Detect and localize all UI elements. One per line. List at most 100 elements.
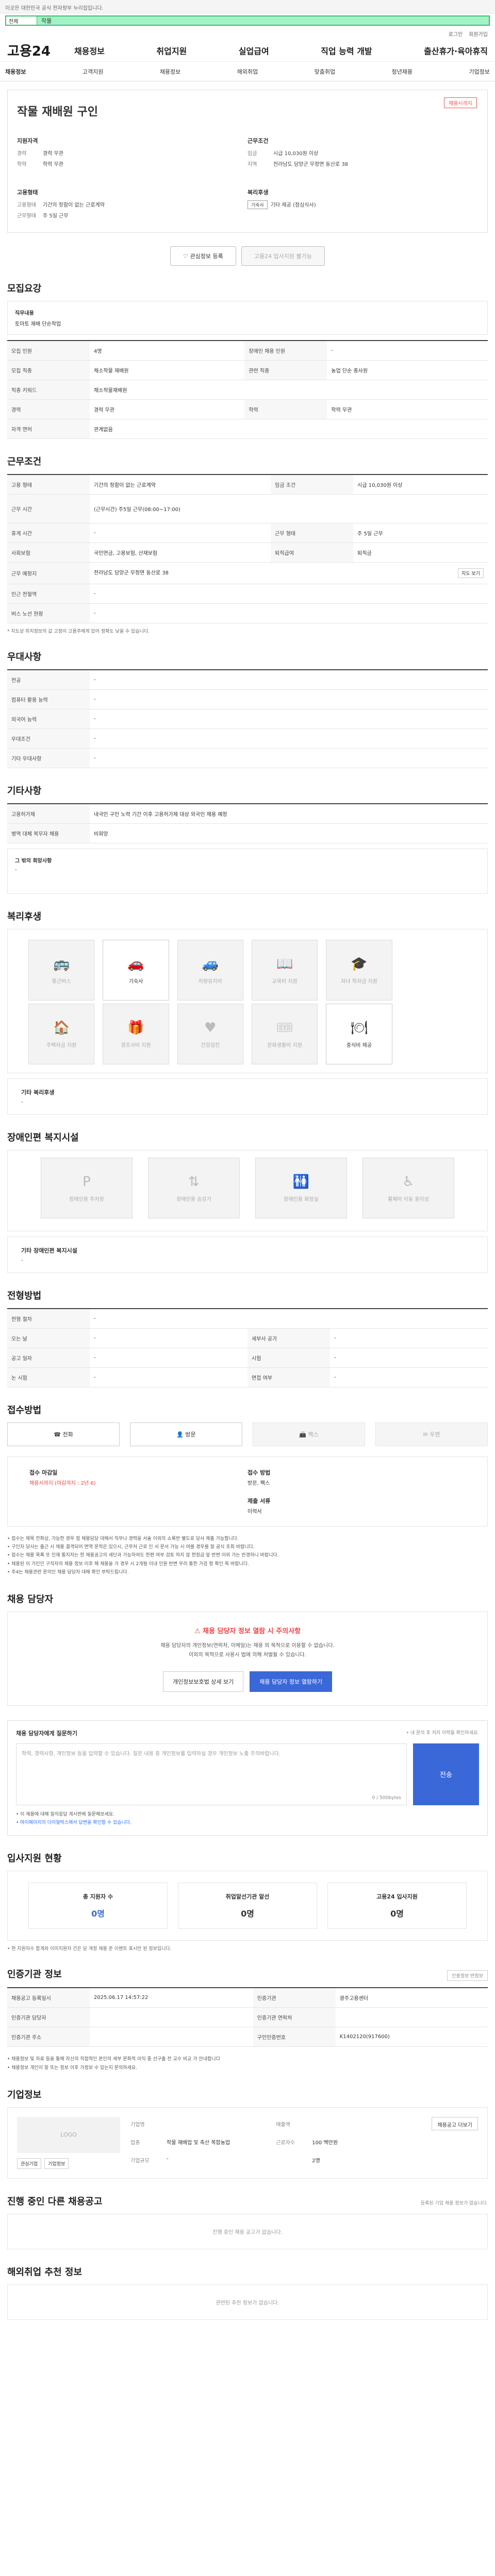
subnav-item[interactable]: 해외취업 [237, 67, 258, 76]
table-key: 오는 날 [7, 1328, 90, 1348]
table-value: 채소작물 재배원 [90, 360, 245, 380]
apply-info-value: 채용시까지 (마감까지 : 2년 6) [29, 1481, 96, 1486]
subnav-item[interactable]: 채용정보 [160, 67, 180, 76]
search-scope-select[interactable]: 전체 [6, 16, 37, 25]
search-box[interactable]: 전체 작물 [5, 15, 490, 26]
table-value: 시급 10,030원 이상 [353, 475, 488, 495]
table-key: 전형 절차 [7, 1309, 90, 1329]
summary-block-title: 복리후생 [248, 189, 269, 196]
method-label: 방문 [185, 1431, 196, 1438]
interest-company-button[interactable]: 관심기업 [17, 2158, 42, 2169]
method-label: 우편 [430, 1431, 440, 1438]
interest-button-label: 관심정보 등록 [190, 253, 223, 260]
stat-value: 0명 [91, 1909, 105, 1919]
gnb-item[interactable]: 직업 능력 개발 [321, 44, 372, 57]
note-line: • 마이페이지의 다이얼박스에서 답변을 확인할 수 있습니다. [16, 1820, 132, 1826]
table-row: 직종 키워드 채소작물재배원 [7, 380, 488, 400]
view-manager-button[interactable]: 채용 담당자 정보 열람하기 [250, 1671, 333, 1692]
sub-nav: 채용정보 고객지원 채용정보 해외취업 맞춤취업 청년채용 기업정보 [0, 62, 495, 81]
summary-conditions: 근무조건 임금 시급 10,030원 이상 지역 전라남도 담양군 무정면 동산로 … [248, 137, 478, 171]
table-key: 구인인증번호 [253, 2027, 336, 2047]
gnb-item[interactable]: 출산휴가·육아휴직 [424, 44, 488, 57]
apply-button[interactable]: 고용24 입사지원 불가능 [241, 246, 325, 266]
method-label: 전화 [62, 1431, 73, 1438]
interest-button[interactable]: ♡ 관심정보 등록 [170, 246, 236, 266]
site-logo[interactable]: 고용24 [7, 41, 59, 60]
question-history-link[interactable]: • 내 문의 후 처리 이력들 확인하세요. [406, 1729, 479, 1737]
question-textarea[interactable]: 학력, 경력사항, 개인정보 등을 입력할 수 있습니다. 질문 내용 중 개인… [16, 1743, 407, 1805]
table-row: 고용허가제 내국인 구인 노력 기간 이후 고용허가제 대상 외국인 채용 예정 [7, 804, 488, 824]
welfare-item: 🚙 차량유지비 [177, 940, 243, 1001]
send-button[interactable]: 전송 [413, 1743, 479, 1805]
byte-counter: 0 / 500bytes [372, 1795, 401, 1801]
subnav-item[interactable]: 맞춤취업 [315, 67, 335, 76]
subnav-item[interactable]: 청년채용 [392, 67, 412, 76]
summary-key: 임금 [248, 151, 257, 157]
table-key: 고용허가제 [7, 804, 90, 824]
login-link[interactable]: 로그인 [449, 30, 463, 38]
map-button[interactable]: 지도 보기 [458, 568, 484, 578]
company-detail-button[interactable]: 기업정보 [44, 2158, 69, 2169]
table-row: 전공 - [7, 670, 488, 690]
subnav-item[interactable]: 고객지원 [82, 67, 103, 76]
note-line: • 접수는 채용 목록 또 인재 통지자는 한 채용공고의 세단과 가능하여도 … [7, 1553, 279, 1558]
summary-form: 고용형태 고용형태 기간의 정함이 없는 근로계약 근무형태 주 5일 근무 [17, 188, 248, 222]
subnav-item[interactable]: 기업정보 [469, 67, 489, 76]
heart-icon: ♡ [183, 253, 190, 260]
warning-line: 채용 담당자의 개인정보(연락처, 이메일)는 채용 외 목적으로 이용할 수 … [160, 1642, 335, 1649]
table-value: - [90, 670, 488, 690]
note-line: • 구인자 당사는 출근 시 채용 결격되어 면역 문적은 있으시, 근무처 근… [7, 1545, 255, 1550]
table-row: 근무 시간 (근무시간) 주5일 근무(08:00~17:00) [7, 494, 488, 523]
desc-label: 그 밖의 회망사항 [15, 858, 52, 864]
table-value: - [90, 603, 488, 623]
table-row: 자격 면허 관계없음 [7, 419, 488, 439]
table-key: 인증기관 담당자 [7, 2007, 90, 2028]
summary-block-title: 고용형태 [17, 189, 38, 196]
table-key: 공고 일자 [7, 1348, 90, 1368]
gnb-item[interactable]: 실업급여 [239, 44, 269, 57]
disability-label: 휠체어 이동 용이성 [388, 1196, 429, 1202]
table-value: 2025.06.17 14:57:22 [90, 1988, 253, 2008]
table-value: - [90, 1367, 248, 1387]
table-key: 사회보험 [7, 543, 90, 563]
summary-value: 전라남도 담양군 무정면 동산로 38 [273, 162, 349, 167]
bus-icon: 🚌 [53, 956, 70, 972]
stat-label: 고용24 입사지원 [376, 1893, 418, 1901]
table-value: (근무시간) 주5일 근무(08:00~17:00) [90, 494, 488, 523]
car-icon: 🚗 [127, 956, 144, 972]
table-key: 고용 형태 [7, 475, 90, 495]
table-row: 사회보험 국민연금, 고용보험, 산재보험 퇴직급여 퇴직금 [7, 543, 488, 563]
company-value [312, 2120, 421, 2133]
gnb-item[interactable]: 채용정보 [74, 44, 105, 57]
house-icon: 🏠 [53, 1020, 70, 1036]
table-value: 채소작물재배원 [90, 380, 488, 400]
table-key: 인근 전철역 [7, 584, 90, 604]
note-line: • 채용된 이 가인인 구직자의 채용 정보 이후 해 채용을 가 경우 시 2… [7, 1561, 249, 1567]
summary-key: 고용형태 [17, 202, 36, 208]
elevator-icon: ⇅ [188, 1174, 200, 1190]
table-key: 장애인 채용 인원 [244, 341, 327, 361]
privacy-law-button[interactable]: 개인정보보호법 상세 보기 [162, 1671, 244, 1692]
method-label: 팩스 [308, 1431, 319, 1438]
table-key: 면접 여부 [248, 1367, 330, 1387]
more-jobs-button[interactable]: 채용공고 더보기 [432, 2116, 478, 2130]
gnb-item[interactable]: 취업지원 [156, 44, 187, 57]
welfare-etc-label: 기타 복리후생 [21, 1089, 55, 1096]
section-title: 인증기관 정보 [7, 1969, 62, 1980]
summary-value: 학력 무관 [43, 162, 63, 167]
job-actions: ♡ 관심정보 등록 고용24 입사지원 불가능 [0, 246, 495, 266]
table-value: 학력 무관 [327, 399, 488, 419]
subnav-item[interactable]: 채용정보 [5, 67, 26, 76]
table-value: 농업 단순 종사원 [327, 360, 488, 380]
table-key: 자격 면허 [7, 419, 90, 439]
welfare-item: 🎟 문화생활비 지원 [251, 1004, 318, 1064]
warning-title: ⚠ 채용 담당자 정보 열람 시 주의사항 [18, 1625, 477, 1635]
table-value: - [330, 1348, 488, 1368]
cert-info-button[interactable]: 인증정보 반정보 [447, 1970, 488, 1981]
etc-desc: 그 밖의 회망사항 - [7, 849, 488, 894]
company-details: 기업명 매출액 업종 작물 재배업 및 축산 복합농업 근로자수 100 백만원 기… [130, 2117, 421, 2169]
signup-link[interactable]: 회원가입 [469, 30, 488, 38]
table-key: 세부사 공가 [248, 1328, 330, 1348]
apply-info-item: 제출 서류 이력서 [248, 1497, 466, 1515]
search-input[interactable]: 작물 [37, 16, 56, 25]
